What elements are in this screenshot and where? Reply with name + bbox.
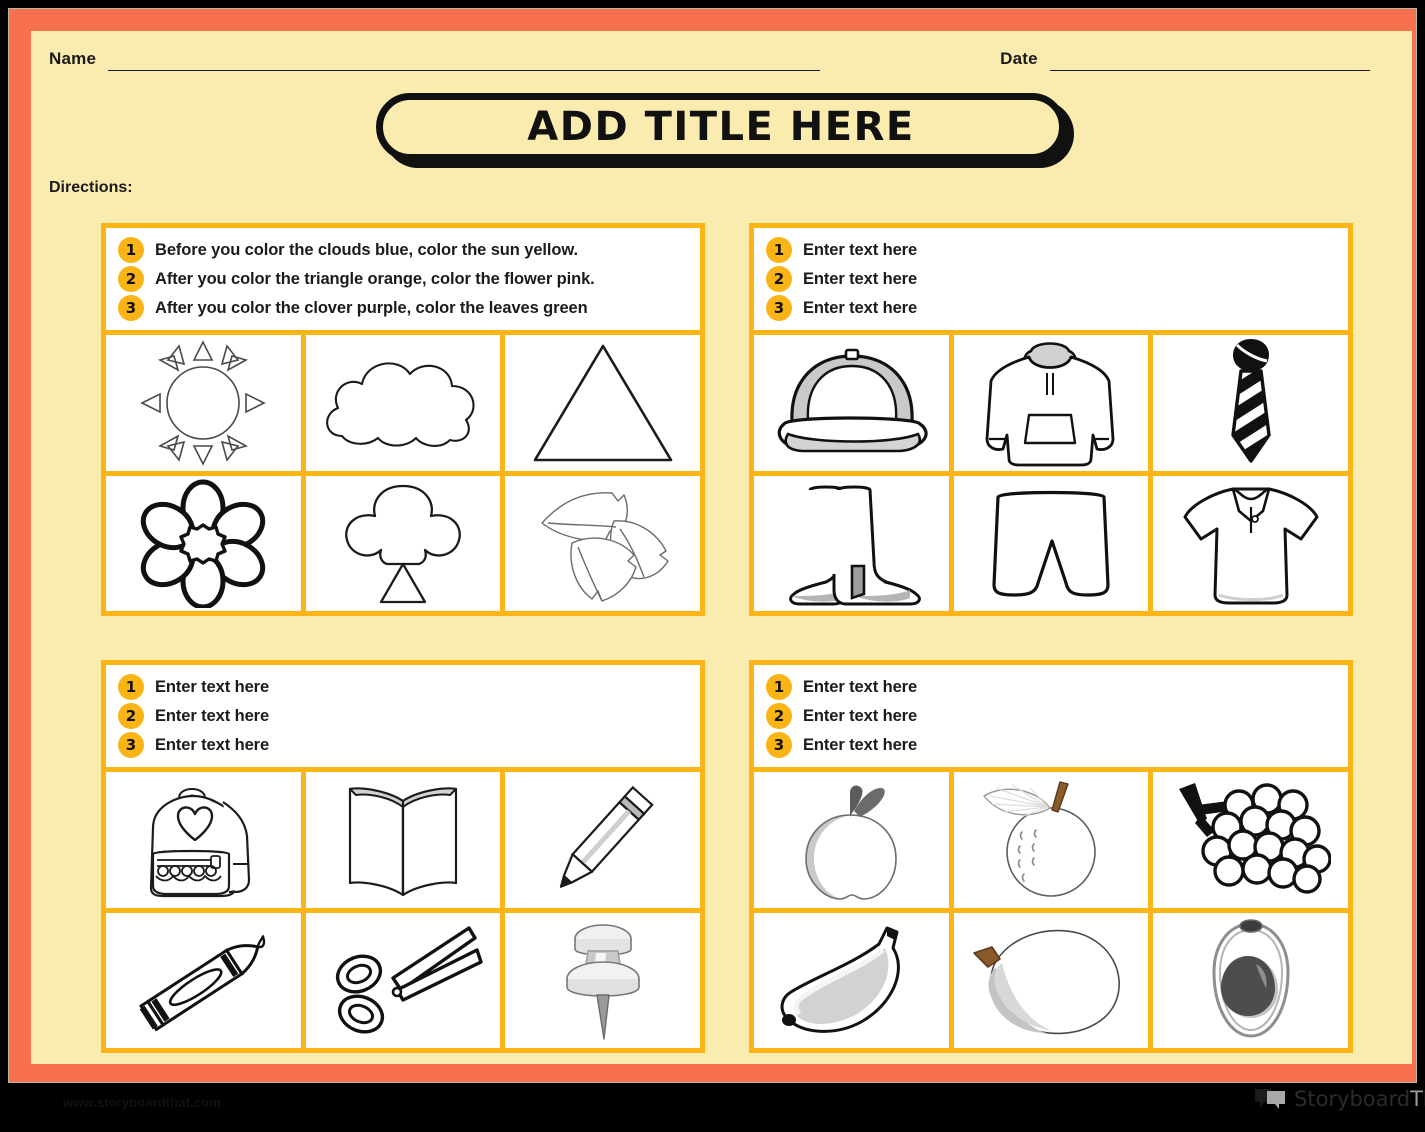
instruction-text[interactable]: Enter text here [803,241,917,260]
instruction-number: 2 [118,703,144,729]
cap-image[interactable] [754,335,949,471]
instruction-text[interactable]: Enter text here [155,678,269,697]
instruction-row: 1 Enter text here [766,674,1338,700]
directions-label: Directions: [49,179,133,196]
instruction-row: 1 Enter text here [766,237,1338,263]
apple-image[interactable] [754,772,949,908]
leaves-image[interactable] [505,475,700,611]
grapes-image[interactable] [1153,772,1348,908]
panel-fruits: 1 Enter text here 2 Enter text here 3 En… [749,660,1353,1053]
storyboardthat-logo[interactable]: StoryboardThat [1253,1087,1425,1111]
title-banner[interactable]: ADD TITLE HERE [376,93,1076,171]
instruction-text[interactable]: Enter text here [803,270,917,289]
instruction-number: 3 [766,732,792,758]
pencil-image[interactable] [505,772,700,908]
instruction-text[interactable]: Enter text here [803,707,917,726]
logo-primary: Storyboard [1294,1086,1411,1111]
instruction-number: 1 [766,237,792,263]
instruction-row: 2 Enter text here [766,703,1338,729]
instruction-row: 2 Enter text here [118,703,690,729]
instruction-row: 1 Enter text here [118,674,690,700]
instruction-text[interactable]: Enter text here [803,299,917,318]
instruction-text[interactable]: Enter text here [155,736,269,755]
banana-image[interactable] [754,912,949,1048]
flower-image[interactable] [106,475,301,611]
shorts-image[interactable] [953,475,1149,611]
worksheet-header: Name Date [31,31,1412,89]
footer-url[interactable]: www.storyboardthat.com [63,1095,221,1110]
image-grid [754,767,1348,1048]
panel-clothing: 1 Enter text here 2 Enter text here 3 En… [749,223,1353,616]
panels-grid: 1 Before you color the clouds blue, colo… [101,223,1353,1053]
instruction-text[interactable]: Enter text here [803,736,917,755]
name-input-line[interactable] [108,52,821,71]
mango-image[interactable] [953,912,1149,1048]
instructions-list: 1 Enter text here 2 Enter text here 3 En… [754,665,1348,767]
avocado-image[interactable] [1153,912,1348,1048]
panel-school-supplies: 1 Enter text here 2 Enter text here 3 En… [101,660,705,1053]
image-grid [106,767,700,1048]
date-field-group: Date [1000,49,1370,71]
instruction-number: 2 [118,266,144,292]
instruction-number: 1 [766,674,792,700]
boots-image[interactable] [754,475,949,611]
speech-bubbles-icon [1255,1089,1285,1109]
date-label: Date [1000,49,1038,68]
instruction-row: 3 Enter text here [766,732,1338,758]
book-image[interactable] [305,772,501,908]
instructions-list: 1 Enter text here 2 Enter text here 3 En… [106,665,700,767]
instruction-row: 3 Enter text here [118,732,690,758]
hoodie-image[interactable] [953,335,1149,471]
triangle-image[interactable] [505,335,700,471]
instruction-number: 2 [766,703,792,729]
worksheet-title[interactable]: ADD TITLE HERE [527,107,914,147]
logo-secondary: That [1410,1086,1425,1111]
instruction-row: 2 Enter text here [766,266,1338,292]
sun-image[interactable] [106,335,301,471]
image-grid [754,330,1348,611]
instruction-text[interactable]: Enter text here [155,707,269,726]
title-banner-box[interactable]: ADD TITLE HERE [376,93,1066,161]
name-label: Name [49,49,97,68]
scissors-image[interactable] [305,912,501,1048]
instruction-text[interactable]: After you color the triangle orange, col… [155,270,595,289]
instruction-row: 2 After you color the triangle orange, c… [118,266,690,292]
crayon-image[interactable] [106,912,301,1048]
instruction-number: 1 [118,674,144,700]
orange-image[interactable] [953,772,1149,908]
instruction-text[interactable]: Enter text here [803,678,917,697]
instruction-row: 3 Enter text here [766,295,1338,321]
instruction-number: 2 [766,266,792,292]
instruction-text[interactable]: After you color the clover purple, color… [155,299,588,318]
name-field-group: Name [49,49,821,71]
instruction-row: 3 After you color the clover purple, col… [118,295,690,321]
image-grid [106,330,700,611]
push-pin-image[interactable] [505,912,700,1048]
backpack-image[interactable] [106,772,301,908]
worksheet-page: Name Date ADD TITLE HERE Directions: 1 B… [0,0,1425,1132]
instruction-number: 1 [118,237,144,263]
instruction-number: 3 [118,732,144,758]
date-input-line[interactable] [1049,52,1370,71]
page-border: Name Date ADD TITLE HERE Directions: 1 B… [8,8,1425,1110]
cloud-image[interactable] [305,335,501,471]
instructions-list: 1 Before you color the clouds blue, colo… [106,228,700,330]
instruction-text[interactable]: Before you color the clouds blue, color … [155,241,578,260]
polo-shirt-image[interactable] [1153,475,1348,611]
instructions-list: 1 Enter text here 2 Enter text here 3 En… [754,228,1348,330]
logo-text: StoryboardThat [1294,1086,1425,1111]
worksheet-paper: Name Date ADD TITLE HERE Directions: 1 B… [31,31,1425,1110]
clover-image[interactable] [305,475,501,611]
panel-shapes-nature: 1 Before you color the clouds blue, colo… [101,223,705,616]
instruction-row: 1 Before you color the clouds blue, colo… [118,237,690,263]
instruction-number: 3 [118,295,144,321]
instruction-number: 3 [766,295,792,321]
necktie-image[interactable] [1153,335,1348,471]
